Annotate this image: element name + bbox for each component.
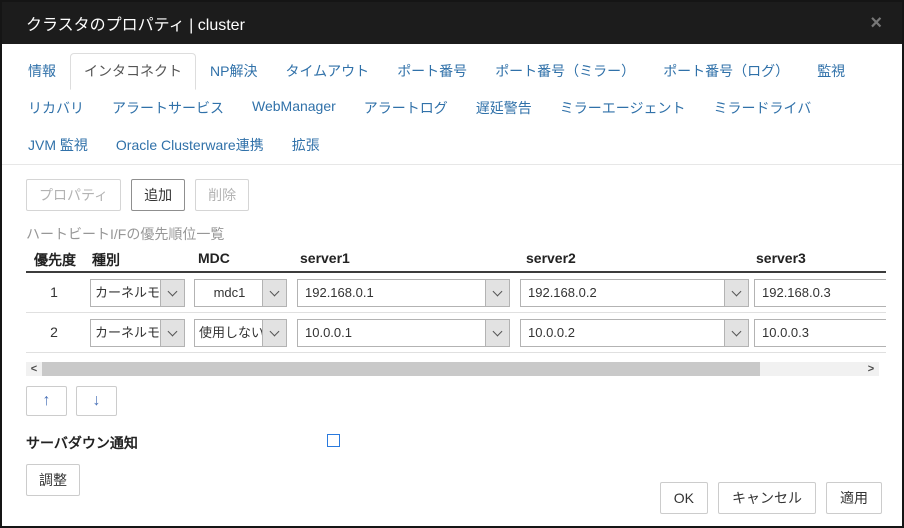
mdc-select-value: 使用しない xyxy=(195,320,262,346)
tab-row-2: リカバリ アラートサービス WebManager アラートログ 遅延警告 ミラー… xyxy=(14,90,890,127)
server1-select[interactable]: 192.168.0.1 xyxy=(297,279,510,307)
scroll-left-icon[interactable]: < xyxy=(26,362,42,376)
server2-select[interactable]: 192.168.0.2 xyxy=(520,279,749,307)
ok-button[interactable]: OK xyxy=(660,482,708,514)
mdc-select[interactable]: mdc1 xyxy=(194,279,287,307)
tab-info[interactable]: 情報 xyxy=(14,53,70,90)
priority-value: 2 xyxy=(26,324,82,340)
tab-webmanager[interactable]: WebManager xyxy=(238,90,350,127)
cancel-button[interactable]: キャンセル xyxy=(718,482,816,514)
scrollbar-thumb[interactable] xyxy=(42,362,760,376)
priority-move-buttons: ↑ ↓ xyxy=(26,386,902,416)
dialog-title: クラスタのプロパティ | cluster xyxy=(26,11,245,35)
tab-interconnect[interactable]: インタコネクト xyxy=(70,53,196,90)
tab-monitoring[interactable]: 監視 xyxy=(803,53,859,90)
apply-button[interactable]: 適用 xyxy=(826,482,882,514)
tab-recovery[interactable]: リカバリ xyxy=(14,90,98,127)
tab-timeout[interactable]: タイムアウト xyxy=(271,53,383,90)
chevron-down-icon xyxy=(485,280,509,306)
tab-np-resolution[interactable]: NP解決 xyxy=(196,53,271,90)
chevron-down-icon xyxy=(160,280,184,306)
chevron-down-icon xyxy=(262,320,286,346)
tab-port-number[interactable]: ポート番号 xyxy=(383,53,481,90)
server-down-row: サーバダウン通知 xyxy=(26,433,902,451)
table-row: 1 カーネルモード mdc1 192.168.0.1 192.168.0.2 1… xyxy=(26,273,886,313)
header-priority: 優先度 xyxy=(34,250,76,270)
header-server1: server1 xyxy=(300,250,350,266)
header-server2: server2 xyxy=(526,250,576,266)
server-down-checkbox[interactable] xyxy=(327,434,340,447)
move-down-button[interactable]: ↓ xyxy=(76,386,117,416)
table-header-row: 優先度 種別 MDC server1 server2 server3 xyxy=(26,247,886,273)
delete-button[interactable]: 削除 xyxy=(195,179,249,211)
type-select[interactable]: カーネルモード xyxy=(90,279,185,307)
tab-row-3: JVM 監視 Oracle Clusterware連携 拡張 xyxy=(14,127,890,164)
tab-delay-warning[interactable]: 遅延警告 xyxy=(462,90,546,127)
tab-alert-service[interactable]: アラートサービス xyxy=(98,90,238,127)
table-row: 2 カーネルモード 使用しない 10.0.0.1 10.0.0.2 10.0.0… xyxy=(26,313,886,353)
heartbeat-list-title: ハートビートI/Fの優先順位一覧 xyxy=(26,224,902,244)
type-select[interactable]: カーネルモード xyxy=(90,319,185,347)
type-select-value: カーネルモード xyxy=(91,280,160,306)
tab-port-number-log[interactable]: ポート番号（ログ） xyxy=(649,53,803,90)
mdc-select-value: mdc1 xyxy=(195,280,262,306)
tab-mirror-agent[interactable]: ミラーエージェント xyxy=(546,90,700,127)
footer-buttons: OK キャンセル 適用 xyxy=(660,482,882,514)
mdc-select[interactable]: 使用しない xyxy=(194,319,287,347)
heartbeat-toolbar: プロパティ 追加 削除 xyxy=(26,179,902,211)
server2-select-value: 10.0.0.2 xyxy=(521,320,724,346)
cluster-properties-dialog: クラスタのプロパティ | cluster × 情報 インタコネクト NP解決 タ… xyxy=(0,0,904,528)
chevron-down-icon xyxy=(262,280,286,306)
tab-jvm-monitoring[interactable]: JVM 監視 xyxy=(14,127,102,164)
tab-row-1: 情報 インタコネクト NP解決 タイムアウト ポート番号 ポート番号（ミラー） … xyxy=(14,53,890,90)
move-up-button[interactable]: ↑ xyxy=(26,386,67,416)
scroll-right-icon[interactable]: > xyxy=(863,362,879,376)
header-type: 種別 xyxy=(92,250,120,270)
chevron-down-icon xyxy=(724,320,748,346)
up-arrow-icon: ↑ xyxy=(43,392,51,409)
tab-port-number-mirror[interactable]: ポート番号（ミラー） xyxy=(481,53,649,90)
tab-extension[interactable]: 拡張 xyxy=(278,127,334,164)
server3-select[interactable]: 192.168.0.3 xyxy=(754,279,886,307)
priority-value: 1 xyxy=(26,284,82,300)
server1-select-value: 192.168.0.1 xyxy=(298,280,485,306)
horizontal-scrollbar[interactable]: < > xyxy=(26,362,879,376)
tab-bar: 情報 インタコネクト NP解決 タイムアウト ポート番号 ポート番号（ミラー） … xyxy=(2,44,902,165)
tab-oracle-clusterware[interactable]: Oracle Clusterware連携 xyxy=(102,127,278,164)
tab-alert-log[interactable]: アラートログ xyxy=(350,90,462,127)
down-arrow-icon: ↓ xyxy=(93,392,101,409)
header-mdc: MDC xyxy=(198,250,230,266)
server3-select-value: 10.0.0.3 xyxy=(755,320,886,346)
tune-button[interactable]: 調整 xyxy=(26,464,80,496)
type-select-value: カーネルモード xyxy=(91,320,160,346)
title-bar: クラスタのプロパティ | cluster × xyxy=(2,2,902,44)
server3-select[interactable]: 10.0.0.3 xyxy=(754,319,886,347)
heartbeat-table: 優先度 種別 MDC server1 server2 server3 1 カーネ… xyxy=(26,247,886,353)
chevron-down-icon xyxy=(724,280,748,306)
server1-select[interactable]: 10.0.0.1 xyxy=(297,319,510,347)
properties-button[interactable]: プロパティ xyxy=(26,179,121,211)
server-down-label: サーバダウン通知 xyxy=(26,435,138,451)
server3-select-value: 192.168.0.3 xyxy=(755,280,886,306)
add-button[interactable]: 追加 xyxy=(131,179,185,211)
header-server3: server3 xyxy=(756,250,806,266)
server2-select-value: 192.168.0.2 xyxy=(521,280,724,306)
tab-mirror-driver[interactable]: ミラードライバ xyxy=(700,90,826,127)
chevron-down-icon xyxy=(485,320,509,346)
chevron-down-icon xyxy=(160,320,184,346)
close-icon[interactable]: × xyxy=(870,13,882,33)
server2-select[interactable]: 10.0.0.2 xyxy=(520,319,749,347)
server1-select-value: 10.0.0.1 xyxy=(298,320,485,346)
